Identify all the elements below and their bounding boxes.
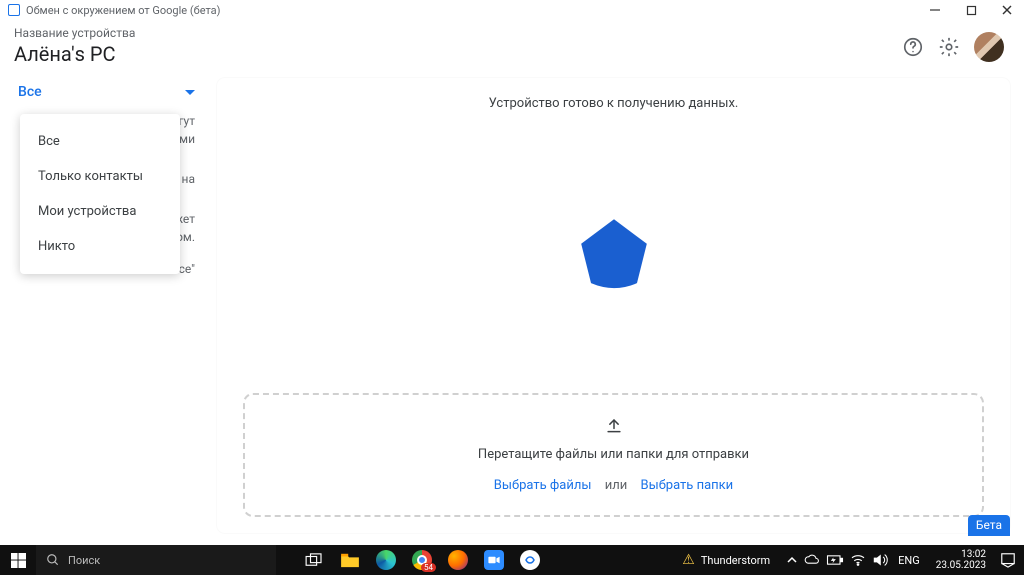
file-explorer-icon[interactable] bbox=[332, 545, 368, 575]
dropdown-option-all[interactable]: Все bbox=[20, 124, 180, 159]
tray-wifi-icon[interactable] bbox=[850, 554, 866, 566]
nearby-share-graphic bbox=[572, 211, 656, 293]
visibility-dropdown-menu: Все Только контакты Мои устройства Никто bbox=[20, 114, 180, 274]
window-title: Обмен с окружением от Google (бета) bbox=[26, 4, 221, 17]
date: 23.05.2023 bbox=[936, 560, 986, 571]
visibility-selected-label: Все bbox=[18, 84, 42, 100]
tray-volume-icon[interactable] bbox=[872, 553, 888, 567]
weather-text: Thunderstorm bbox=[701, 554, 770, 567]
device-name: Алёна's PC bbox=[14, 42, 135, 66]
chevron-down-icon bbox=[185, 84, 195, 100]
drop-instruction: Перетащите файлы или папки для отправки bbox=[255, 447, 972, 462]
language-indicator[interactable]: ENG bbox=[898, 554, 920, 567]
main-panel: Устройство готово к получению данных. Пе… bbox=[217, 78, 1010, 533]
ready-status-text: Устройство готово к получению данных. bbox=[489, 96, 739, 111]
app-icon bbox=[8, 4, 20, 16]
settings-icon[interactable] bbox=[938, 36, 960, 58]
drop-zone[interactable]: Перетащите файлы или папки для отправки … bbox=[243, 393, 984, 517]
device-label: Название устройства bbox=[14, 26, 135, 40]
tray-onedrive-icon[interactable] bbox=[804, 554, 820, 566]
chrome-badge: 54 bbox=[421, 563, 436, 572]
upload-icon bbox=[255, 415, 972, 439]
weather-widget[interactable]: ⚠ Thunderstorm bbox=[682, 552, 770, 568]
app-header: Название устройства Алёна's PC bbox=[0, 20, 1024, 78]
beta-badge: Бета bbox=[968, 515, 1010, 536]
select-folders-link[interactable]: Выбрать папки bbox=[641, 478, 734, 493]
time: 13:02 bbox=[936, 549, 986, 560]
window-titlebar: Обмен с окружением от Google (бета) bbox=[0, 0, 1024, 20]
edge-icon[interactable] bbox=[368, 545, 404, 575]
window-minimize-button[interactable] bbox=[928, 3, 942, 17]
visibility-sidebar: Все и могут ами на ожет том. им "Все" Вс… bbox=[14, 78, 199, 533]
nearby-share-taskbar-icon[interactable] bbox=[512, 545, 548, 575]
chrome-icon[interactable]: 54 bbox=[404, 545, 440, 575]
taskview-icon[interactable] bbox=[296, 545, 332, 575]
tray-chevron-icon[interactable] bbox=[786, 554, 798, 566]
clock[interactable]: 13:02 23.05.2023 bbox=[936, 549, 986, 571]
taskbar-search[interactable]: Поиск bbox=[36, 545, 276, 575]
weather-icon: ⚠ bbox=[682, 552, 695, 568]
window-close-button[interactable] bbox=[1000, 3, 1014, 17]
firefox-icon[interactable] bbox=[440, 545, 476, 575]
search-placeholder: Поиск bbox=[68, 554, 100, 567]
start-button[interactable] bbox=[0, 545, 36, 575]
or-separator: или bbox=[605, 478, 628, 493]
account-avatar[interactable] bbox=[974, 32, 1004, 62]
dropdown-option-contacts[interactable]: Только контакты bbox=[20, 159, 180, 194]
dropdown-option-devices[interactable]: Мои устройства bbox=[20, 194, 180, 229]
windows-taskbar: Поиск 54 bbox=[0, 545, 1024, 575]
window-maximize-button[interactable] bbox=[964, 3, 978, 17]
select-files-link[interactable]: Выбрать файлы bbox=[494, 478, 592, 493]
zoom-icon[interactable] bbox=[476, 545, 512, 575]
help-icon[interactable] bbox=[902, 36, 924, 58]
notifications-icon[interactable] bbox=[998, 552, 1018, 568]
device-name-block[interactable]: Название устройства Алёна's PC bbox=[14, 26, 135, 66]
tray-battery-icon[interactable] bbox=[826, 555, 844, 565]
dropdown-option-noone[interactable]: Никто bbox=[20, 229, 180, 264]
visibility-dropdown-trigger[interactable]: Все bbox=[14, 78, 199, 106]
